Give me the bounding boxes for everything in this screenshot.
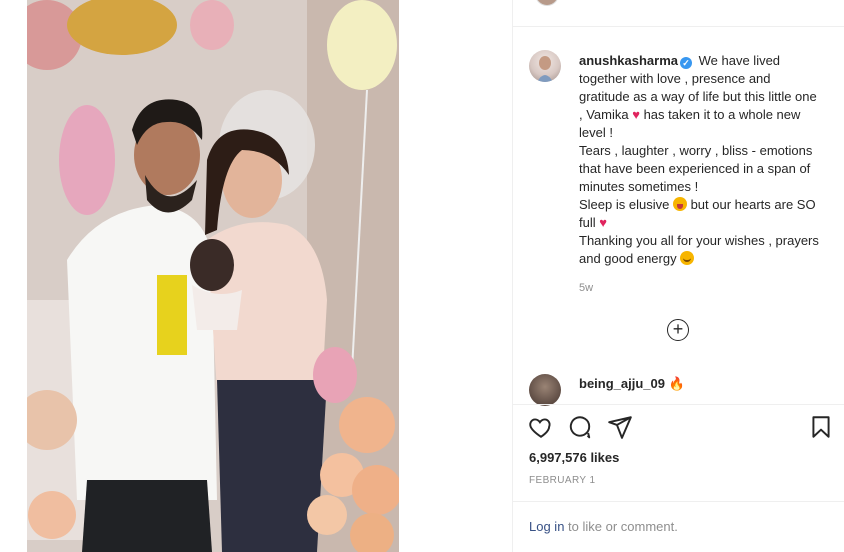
actions-divider (513, 404, 844, 405)
likes-count[interactable]: 6,997,576 likes (529, 450, 619, 465)
post-date[interactable]: FEBRUARY 1 (529, 475, 595, 486)
commenter-avatar[interactable] (529, 374, 561, 406)
left-gutter (0, 0, 27, 552)
heart-outline-icon[interactable] (528, 414, 554, 440)
author-username[interactable]: anushkasharma (579, 53, 678, 68)
red-heart-emoji-2: ♥ (599, 215, 607, 230)
speech-bubble-icon[interactable] (567, 414, 593, 440)
login-prompt: Log in to like or comment. (529, 519, 678, 534)
footer-divider (513, 501, 844, 502)
post-image (27, 0, 399, 552)
fire-emoji: 🔥 (668, 376, 685, 391)
bookmark-icon[interactable] (808, 414, 834, 440)
header-strip (513, 0, 844, 27)
verified-badge-icon: ✓ (680, 57, 692, 69)
plus-circle-icon[interactable]: + (667, 319, 689, 341)
login-prompt-text: to like or comment. (564, 519, 678, 534)
red-heart-emoji: ♥ (632, 107, 640, 122)
post-side-panel: anushkasharma ✓ We have lived together wi… (513, 0, 844, 552)
smiling-face-emoji (680, 251, 695, 265)
post-time-ago[interactable]: 5w (579, 282, 593, 294)
author-avatar-image (537, 56, 553, 82)
paper-plane-icon[interactable] (607, 414, 633, 440)
login-link[interactable]: Log in (529, 519, 564, 534)
post-caption: anushkasharma ✓ We have lived together wi… (579, 52, 819, 268)
author-avatar[interactable] (529, 50, 561, 82)
face-with-tongue-emoji (672, 197, 687, 211)
commenter-username[interactable]: being_ajju_09 (579, 376, 665, 391)
caption-text-4: Sleep is elusive (579, 197, 670, 212)
caption-text-3: Tears , laughter , worry , bliss - emoti… (579, 143, 813, 194)
comment: being_ajju_09 🔥 (579, 376, 685, 392)
header-avatar[interactable] (535, 0, 559, 6)
post-photo[interactable] (27, 0, 399, 552)
caption-text-6: Thanking you all for your wishes , praye… (579, 233, 819, 266)
